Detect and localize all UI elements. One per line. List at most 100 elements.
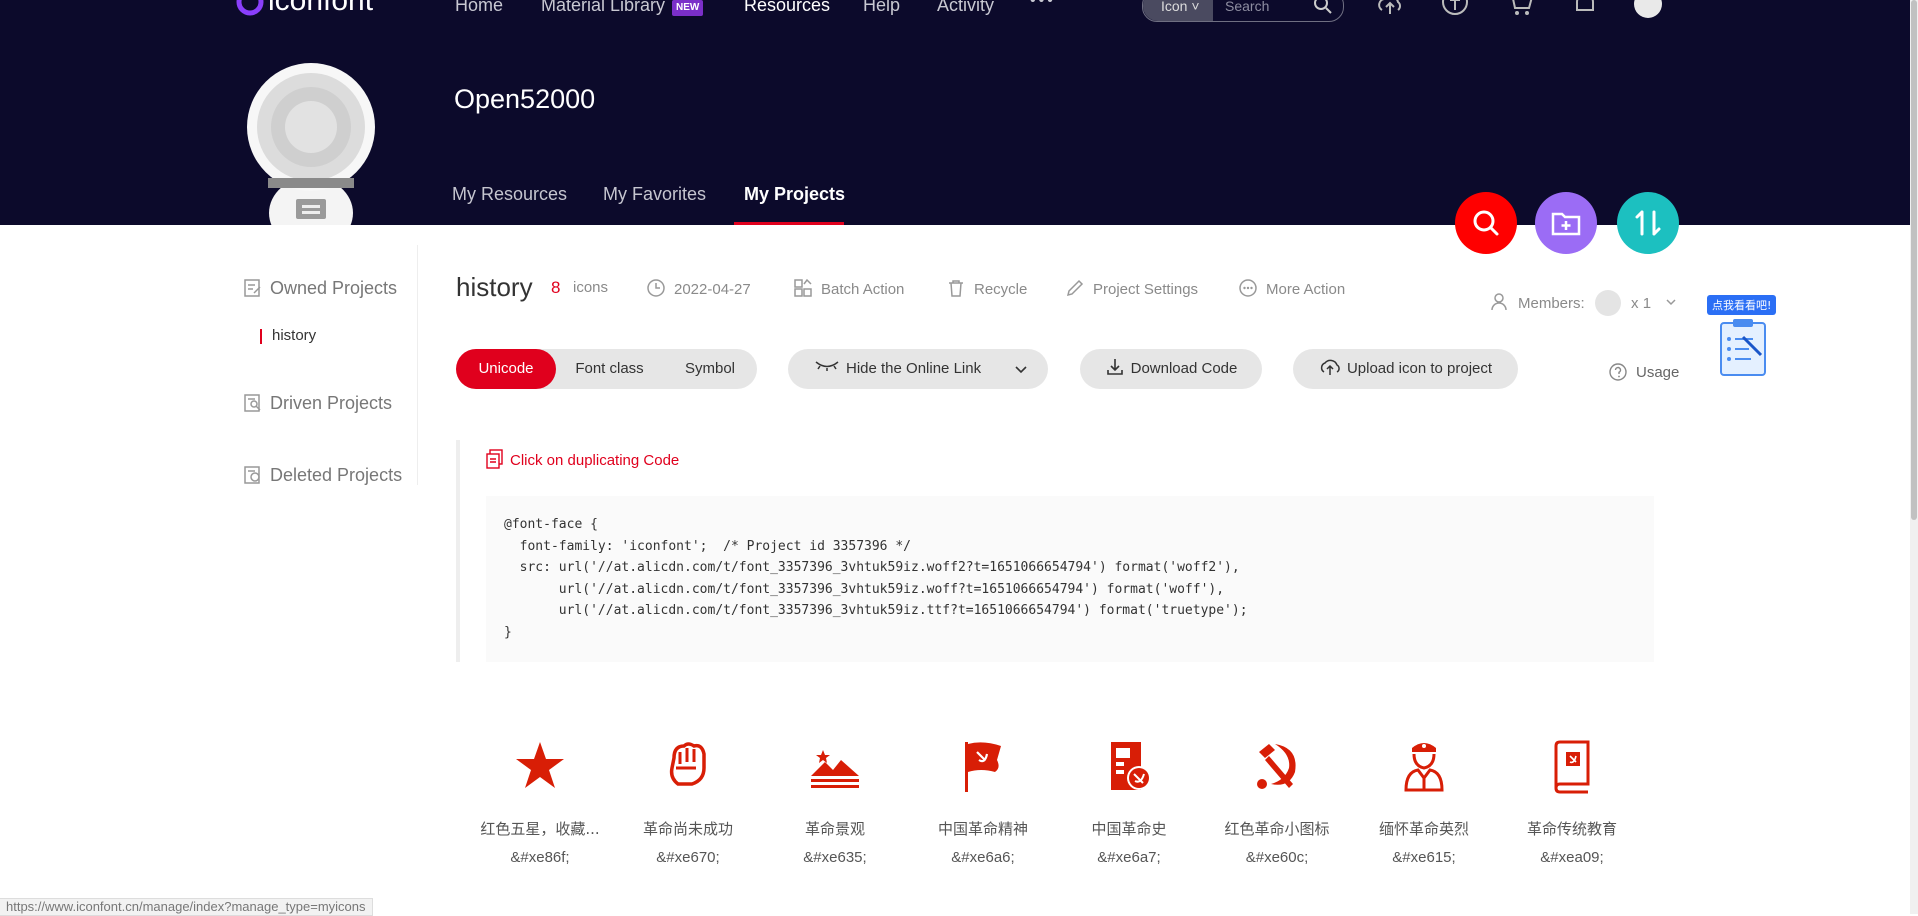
members-count: x 1 [1631, 295, 1652, 312]
tab-my-projects[interactable]: My Projects [744, 184, 845, 205]
upload-cloud-icon[interactable] [1376, 0, 1404, 16]
tab-unicode[interactable]: Unicode [456, 349, 556, 389]
sidebar-item-label: Driven Projects [270, 393, 393, 413]
logo-text: iconfont [268, 0, 374, 17]
chevron-down-icon [1015, 366, 1027, 374]
profile-name: Open52000 [454, 84, 596, 114]
upload-cloud-icon [1320, 359, 1340, 375]
cart-icon[interactable] [1506, 0, 1534, 16]
batch-action-button[interactable]: Batch Action [793, 278, 904, 298]
tab-my-resources[interactable]: My Resources [452, 184, 567, 205]
astronaut-avatar-icon [247, 63, 375, 225]
sort-icon [1635, 210, 1661, 236]
sidebar-item-deleted-projects[interactable]: Deleted Projects [244, 465, 402, 486]
search-input[interactable]: Search [1225, 0, 1269, 21]
help-circle-icon [1609, 363, 1627, 381]
project-settings-button[interactable]: Project Settings [1065, 278, 1198, 298]
sidebar-item-label: Owned Projects [270, 278, 398, 298]
iconfont-logo-icon [236, 0, 264, 16]
sidebar-item-owned-projects[interactable]: Owned Projects [244, 278, 397, 299]
icon-card[interactable]: 中国革命精神 &#xe6a6; [913, 738, 1053, 866]
star-icon [516, 742, 564, 788]
icon-code: &#xe6a6; [951, 849, 1015, 866]
copy-icon [486, 449, 503, 469]
nav-help[interactable]: Help [863, 0, 900, 16]
sidebar-project-history[interactable]: history [272, 327, 316, 344]
project-settings-label: Project Settings [1093, 281, 1199, 298]
icon-code: &#xe615; [1392, 849, 1456, 866]
recycle-button[interactable]: Recycle [946, 278, 1027, 298]
icon-card[interactable]: 革命景观 &#xe635; [765, 738, 905, 866]
more-action-button[interactable]: More Action [1238, 278, 1345, 298]
member-avatar [1594, 290, 1621, 316]
new-badge: NEW [672, 0, 704, 16]
new-project-button[interactable] [1535, 192, 1597, 254]
project-date: 2022-04-27 [646, 278, 751, 298]
nav-more-icon[interactable]: ••• [1030, 0, 1056, 10]
search-type-label: Icon [1161, 0, 1188, 14]
icon-name: 革命尚未成功 [642, 820, 733, 838]
profile-avatar[interactable] [246, 63, 376, 225]
icon-card[interactable]: 缅怀革命英烈 &#xe615; [1354, 738, 1494, 866]
search-icon[interactable] [1313, 0, 1333, 15]
search-box[interactable]: Icon ˅ Search [1142, 0, 1344, 22]
icon-card[interactable]: 革命尚未成功 &#xe670; [618, 738, 758, 866]
sidebar-item-label: Deleted Projects [270, 465, 403, 485]
icon-card[interactable]: 红色五星，收藏... &#xe86f; [470, 738, 610, 866]
icon-name: 缅怀革命英烈 [1378, 820, 1469, 838]
clock-icon [647, 279, 665, 297]
edit-doc-icon [244, 279, 261, 297]
tab-my-favorites[interactable]: My Favorites [603, 184, 706, 205]
nav-resources[interactable]: Resources [744, 0, 830, 16]
hide-online-link-dropdown[interactable]: Hide the Online Link [788, 349, 1048, 389]
grid-icon [794, 278, 812, 297]
book-icon [1554, 740, 1590, 794]
nav-home[interactable]: Home [455, 0, 503, 16]
promo-bubble: 点我看看吧! [1707, 295, 1777, 315]
usage-help-link[interactable]: Usage [1608, 362, 1679, 382]
icon-card[interactable]: 革命传统教育 &#xea09; [1502, 738, 1642, 866]
icon-code: &#xe635; [803, 849, 867, 866]
chevron-down-icon [1666, 299, 1676, 306]
copy-code-hint[interactable]: Click on duplicating Code [486, 449, 679, 469]
bell-icon[interactable] [1571, 0, 1599, 16]
icon-count-unit: icons [573, 279, 609, 296]
nav-activity[interactable]: Activity [937, 0, 994, 16]
user-avatar[interactable] [1634, 0, 1662, 18]
closed-eye-icon [815, 361, 839, 371]
icon-card[interactable]: 中国革命史 &#xe6a7; [1059, 738, 1199, 866]
members-label: Members: [1518, 295, 1585, 312]
download-code-label: Download Code [1130, 360, 1238, 377]
icon-code: &#xe86f; [510, 849, 570, 866]
upload-icon-button[interactable]: Upload icon to project [1293, 349, 1518, 389]
icon-name: 红色革命小图标 [1224, 820, 1330, 838]
promo-widget[interactable]: 点我看看吧! [1707, 295, 1779, 380]
nav-material-library[interactable]: Material Library [541, 0, 665, 16]
user-icon [1491, 293, 1507, 311]
sidebar-divider [417, 245, 418, 485]
upload-icon-label: Upload icon to project [1346, 360, 1493, 377]
sidebar-item-driven-projects[interactable]: Driven Projects [244, 393, 392, 414]
usage-label: Usage [1636, 364, 1680, 381]
icon-card[interactable]: 红色革命小图标 &#xe60c; [1207, 738, 1347, 866]
project-title[interactable]: history [456, 272, 533, 303]
scrollbar-thumb[interactable] [1911, 0, 1917, 520]
search-type-select[interactable]: Icon ˅ [1143, 0, 1213, 21]
batch-action-label: Batch Action [821, 281, 905, 298]
icon-name: 红色五星，收藏... [480, 820, 600, 838]
icon-code: &#xe60c; [1245, 849, 1309, 866]
clipboard-icon [1720, 319, 1766, 376]
download-code-button[interactable]: Download Code [1080, 349, 1262, 389]
members-dropdown[interactable]: Members: x 1 [1490, 290, 1677, 316]
tab-font-class[interactable]: Font class [556, 349, 663, 389]
icon-name: 中国革命精神 [937, 820, 1028, 838]
font-face-code-block[interactable]: @font-face { font-family: 'iconfont'; /*… [486, 496, 1654, 662]
search-project-button[interactable] [1455, 192, 1517, 254]
active-project-marker [260, 329, 262, 344]
language-icon[interactable] [1441, 0, 1469, 16]
project-date-text: 2022-04-27 [674, 281, 751, 298]
sort-projects-button[interactable] [1617, 192, 1679, 254]
trash-icon [949, 280, 963, 297]
code-snippet: @font-face { font-family: 'iconfont'; /*… [504, 517, 1248, 640]
tab-symbol[interactable]: Symbol [663, 349, 757, 389]
